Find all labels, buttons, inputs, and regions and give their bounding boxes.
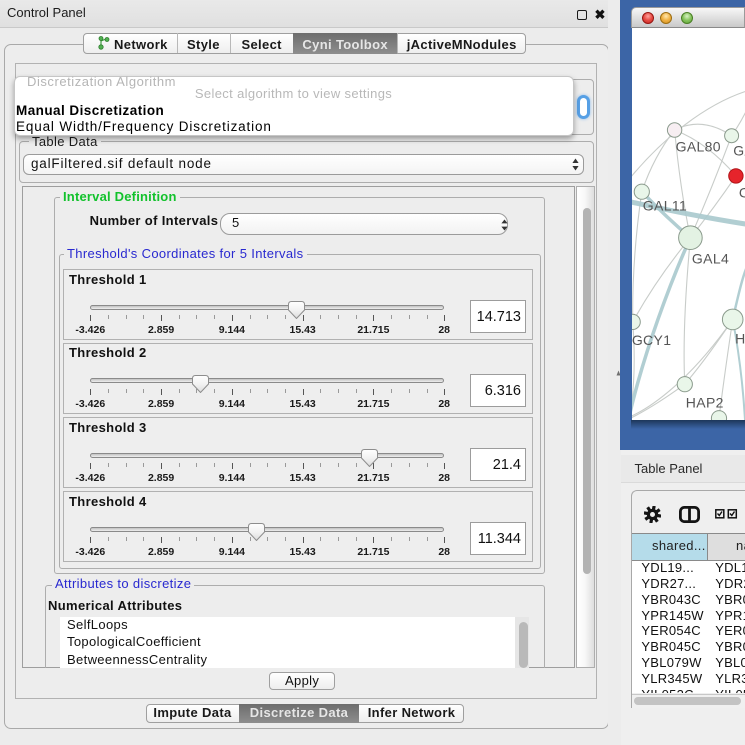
svg-text:HAP2: HAP2 [686,395,724,411]
svg-text:GCY1: GCY1 [632,332,671,348]
svg-text:GAL80: GAL80 [676,138,721,154]
svg-text:GAL11: GAL11 [643,197,687,213]
svg-text:HAP4: HAP4 [735,331,745,347]
svg-text:CYC8: CYC8 [739,185,745,201]
svg-text:GAL1: GAL1 [733,143,745,159]
svg-text:GAL4: GAL4 [692,251,729,267]
